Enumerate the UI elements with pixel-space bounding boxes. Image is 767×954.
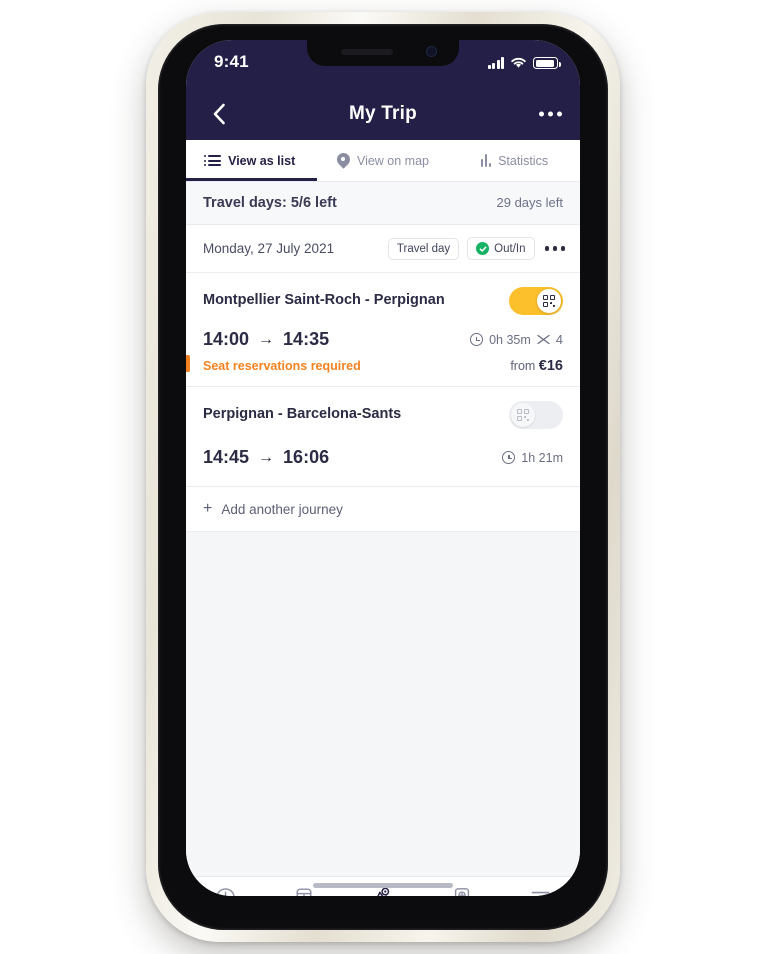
tab-view-as-list[interactable]: View as list: [186, 140, 317, 181]
earpiece-speaker: [341, 49, 393, 55]
toggle-knob: [537, 289, 561, 313]
travel-days-summary: Travel days: 5/6 left 29 days left: [186, 182, 580, 225]
day-header-row: Monday, 27 July 2021 Travel day Out/In: [186, 225, 580, 273]
journey-times: 14:45 → 16:06: [203, 447, 329, 468]
travel-day-badge[interactable]: Travel day: [387, 237, 460, 260]
arrival-time: 14:35: [283, 329, 330, 349]
qr-code-icon: [543, 295, 555, 307]
days-left-count: 29 days left: [496, 195, 564, 210]
page-title: My Trip: [349, 103, 417, 124]
departure-time: 14:00: [203, 329, 250, 349]
price-prefix: from: [510, 359, 536, 373]
journey-header: Perpignan - Barcelona-Sants: [203, 401, 563, 429]
trip-content: Travel days: 5/6 left 29 days left Monda…: [186, 182, 580, 876]
journey-meta: 1h 21m: [502, 451, 563, 465]
clock-icon: [502, 451, 516, 464]
reservation-accent-bar: [186, 355, 190, 372]
reservation-notice: Seat reservations required: [203, 359, 361, 373]
tab-label: View as list: [228, 153, 296, 168]
map-pin-icon: [334, 149, 353, 169]
device-notch: [307, 40, 459, 66]
day-tags: Travel day Out/In: [387, 237, 565, 260]
toggle-knob: [511, 403, 535, 427]
dot: [560, 246, 565, 251]
journey-card[interactable]: Montpellier Saint-Roch - Perpignan 14:00…: [186, 273, 580, 387]
qr-code-icon: [517, 409, 529, 421]
journey-duration: 1h 21m: [521, 450, 563, 465]
add-another-journey-button[interactable]: + Add another journey: [186, 487, 580, 532]
journey-pass-toggle[interactable]: [509, 401, 563, 429]
tab-statistics[interactable]: Statistics: [449, 140, 580, 181]
dot: [552, 246, 557, 251]
day-more-button[interactable]: [543, 246, 565, 251]
arrow-right-icon: →: [258, 330, 275, 348]
journey-transfers: 4: [555, 332, 563, 347]
journey-times-row: 14:45 → 16:06 1h 21m: [203, 447, 563, 468]
add-journey-label: Add another journey: [221, 501, 343, 517]
day-date: Monday, 27 July 2021: [203, 241, 335, 256]
arrival-time: 16:06: [283, 447, 330, 467]
status-bar-time: 9:41: [214, 52, 249, 71]
badge-label: Out/In: [494, 242, 526, 255]
out-in-badge[interactable]: Out/In: [467, 237, 535, 260]
passport-icon: [453, 886, 471, 896]
status-bar: 9:41: [186, 40, 580, 88]
badge-label: Travel day: [396, 242, 451, 255]
chevron-left-icon: [213, 103, 225, 125]
price-value: €16: [538, 358, 563, 374]
wifi-icon: [511, 57, 526, 68]
back-button[interactable]: [204, 99, 234, 129]
check-circle-icon: [476, 242, 490, 255]
view-tabs: View as list View on map Statistics: [186, 140, 580, 182]
active-tab-underline: [186, 178, 318, 181]
dot: [539, 111, 544, 117]
train-icon: [294, 886, 314, 896]
cellular-bars-icon: [487, 57, 504, 69]
tab-label: Statistics: [498, 153, 549, 168]
bar-chart-icon: [480, 154, 492, 167]
journey-header: Montpellier Saint-Roch - Perpignan: [203, 287, 563, 315]
tab-view-on-map[interactable]: View on map: [317, 140, 448, 181]
app-header: My Trip: [186, 88, 580, 140]
journey-price: from €16: [510, 358, 563, 374]
transfer-icon: [537, 334, 550, 345]
travel-days-count: Travel days: 5/6 left: [203, 195, 337, 211]
journey-reservation-row: Seat reservations required from €16: [203, 358, 563, 374]
status-bar-indicators: [487, 53, 561, 69]
journey-pass-toggle[interactable]: [509, 287, 563, 315]
tab-label: View on map: [356, 153, 430, 168]
battery-icon: [533, 57, 561, 69]
clock-icon: [470, 333, 484, 346]
dot: [544, 246, 549, 251]
journey-duration: 0h 35m: [489, 332, 531, 347]
journey-card[interactable]: Perpignan - Barcelona-Sants 14:45 → 16:0…: [186, 387, 580, 487]
front-camera: [426, 46, 437, 57]
arrow-right-icon: →: [258, 448, 275, 466]
journey-times: 14:00 → 14:35: [203, 329, 329, 350]
journey-title: Perpignan - Barcelona-Sants: [203, 406, 402, 423]
phone-screen: 9:41 My Trip View as list View on map St…: [186, 40, 580, 896]
departure-time: 14:45: [203, 447, 250, 467]
home-indicator: [313, 883, 453, 888]
list-icon: [204, 155, 222, 166]
dot: [557, 111, 562, 117]
dot: [548, 111, 553, 117]
plus-icon: +: [203, 500, 213, 517]
journey-times-row: 14:00 → 14:35 0h 35m 4: [203, 329, 563, 350]
journey-meta: 0h 35m 4: [470, 332, 563, 347]
header-more-button[interactable]: [539, 111, 562, 117]
screenshot-stage: 9:41 My Trip View as list View on map St…: [0, 0, 767, 954]
journey-title: Montpellier Saint-Roch - Perpignan: [203, 292, 445, 309]
